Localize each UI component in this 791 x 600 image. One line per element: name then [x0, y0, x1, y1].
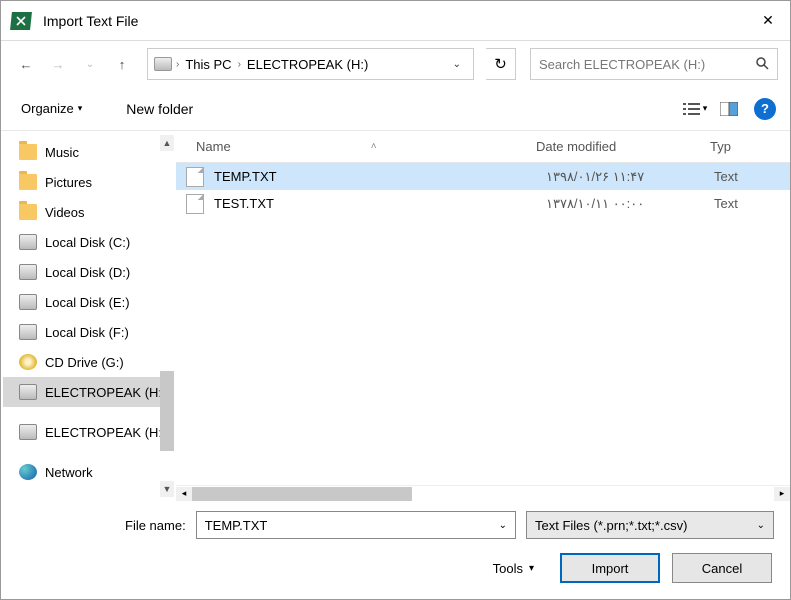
file-type: Text	[714, 169, 738, 184]
filename-label: File name:	[125, 518, 186, 533]
tree-scroll-up[interactable]: ▲	[160, 135, 174, 151]
view-mode-button[interactable]: ▾	[681, 97, 709, 121]
folder-icon	[19, 174, 37, 190]
optical-icon	[19, 354, 37, 370]
folder-icon	[19, 144, 37, 160]
tree-item-label: Local Disk (F:)	[45, 325, 129, 340]
hscroll-right[interactable]: ▸	[774, 487, 790, 501]
disk-icon	[19, 234, 37, 250]
tree-item-label: ELECTROPEAK (H:)	[45, 425, 166, 440]
file-row[interactable]: TEST.TXT۱۳۷۸/۱۰/۱۱ ۰۰:۰۰Text	[176, 190, 790, 217]
disk-icon	[19, 384, 37, 400]
tree-item-music[interactable]: Music	[3, 137, 174, 167]
column-name-header[interactable]: Name˄	[176, 139, 536, 154]
tree-item-label: Music	[45, 145, 79, 160]
hscroll-thumb[interactable]	[192, 487, 412, 501]
refresh-button[interactable]: ↻	[486, 48, 516, 80]
new-folder-button[interactable]: New folder	[120, 97, 199, 121]
window-title: Import Text File	[43, 13, 138, 29]
disk-icon	[19, 294, 37, 310]
breadcrumb-current[interactable]: ELECTROPEAK (H:)	[241, 57, 374, 72]
file-icon	[186, 194, 204, 214]
tree-item-videos[interactable]: Videos	[3, 197, 174, 227]
tree-item-local-disk-f-[interactable]: Local Disk (F:)	[3, 317, 174, 347]
import-button[interactable]: Import	[560, 553, 660, 583]
breadcrumb-dropdown[interactable]: ⌄	[447, 59, 467, 70]
nav-back-button[interactable]: ←	[13, 51, 39, 77]
tree-item-electropeak-h-[interactable]: ELECTROPEAK (H:)	[3, 377, 174, 407]
breadcrumb-root[interactable]: This PC	[179, 57, 237, 72]
tree-item-label: Network	[45, 465, 93, 480]
tree-item-label: Local Disk (C:)	[45, 235, 130, 250]
sort-up-icon: ˄	[371, 141, 377, 152]
column-type-header[interactable]: Typ	[706, 139, 790, 154]
folder-icon	[19, 204, 37, 220]
chevron-down-icon: ▾	[78, 103, 83, 114]
file-icon	[186, 167, 204, 187]
tree-item-label: Pictures	[45, 175, 92, 190]
file-name: TEST.TXT	[214, 196, 546, 211]
column-date-header[interactable]: Date modified	[536, 139, 706, 154]
close-button[interactable]: ✕	[756, 12, 780, 29]
tree-item-local-disk-e-[interactable]: Local Disk (E:)	[3, 287, 174, 317]
tree-item-cd-drive-g-[interactable]: CD Drive (G:)	[3, 347, 174, 377]
file-date: ۱۳۹۸/۰۱/۲۶ ۱۱:۴۷	[546, 169, 714, 185]
cancel-button[interactable]: Cancel	[672, 553, 772, 583]
search-icon[interactable]	[755, 56, 769, 73]
nav-forward-button[interactable]: →	[45, 51, 71, 77]
file-type: Text	[714, 196, 738, 211]
tree-item-label: CD Drive (G:)	[45, 355, 124, 370]
chevron-down-icon: ▾	[703, 103, 708, 114]
tree-scroll-down[interactable]: ▼	[160, 481, 174, 497]
hscroll-left[interactable]: ◂	[176, 487, 192, 501]
tree-item-pictures[interactable]: Pictures	[3, 167, 174, 197]
search-input[interactable]: Search ELECTROPEAK (H:)	[530, 48, 778, 80]
file-date: ۱۳۷۸/۱۰/۱۱ ۰۰:۰۰	[546, 196, 714, 212]
chevron-down-icon[interactable]: ⌄	[499, 520, 507, 531]
tree-item-label: ELECTROPEAK (H:)	[45, 385, 166, 400]
chevron-down-icon: ▾	[529, 563, 534, 574]
tree-item-local-disk-c-[interactable]: Local Disk (C:)	[3, 227, 174, 257]
nav-recent-dropdown[interactable]: ⌄	[77, 51, 103, 77]
tree-item-label: Local Disk (E:)	[45, 295, 130, 310]
tree-item-electropeak-h-[interactable]: ELECTROPEAK (H:)	[3, 417, 174, 447]
hscroll-track[interactable]	[192, 487, 774, 501]
disk-icon	[19, 324, 37, 340]
nav-up-button[interactable]: ↑	[109, 51, 135, 77]
preview-pane-button[interactable]	[715, 97, 743, 121]
tree-item-local-disk-d-[interactable]: Local Disk (D:)	[3, 257, 174, 287]
filename-input[interactable]: TEMP.TXT⌄	[196, 511, 516, 539]
help-button[interactable]: ?	[754, 98, 776, 120]
network-icon	[19, 464, 37, 480]
excel-icon	[10, 12, 32, 30]
file-name: TEMP.TXT	[214, 169, 546, 184]
search-placeholder: Search ELECTROPEAK (H:)	[539, 57, 705, 72]
nav-tree[interactable]: ▲ Music Pictures Videos Local Disk (C:) Loca…	[1, 131, 176, 501]
disk-icon	[19, 264, 37, 280]
disk-icon	[19, 424, 37, 440]
organize-button[interactable]: Organize▾	[15, 97, 88, 120]
chevron-down-icon[interactable]: ⌄	[757, 520, 765, 531]
file-type-select[interactable]: Text Files (*.prn;*.txt;*.csv)⌄	[526, 511, 774, 539]
tree-item-network[interactable]: Network	[3, 457, 174, 487]
tree-scroll-thumb[interactable]	[160, 371, 174, 451]
tools-dropdown[interactable]: Tools▾	[493, 561, 534, 576]
file-row[interactable]: TEMP.TXT۱۳۹۸/۰۱/۲۶ ۱۱:۴۷Text	[176, 163, 790, 190]
tree-item-label: Videos	[45, 205, 85, 220]
breadcrumb[interactable]: › This PC › ELECTROPEAK (H:) ⌄	[147, 48, 474, 80]
disk-icon	[154, 57, 172, 71]
tree-item-label: Local Disk (D:)	[45, 265, 130, 280]
